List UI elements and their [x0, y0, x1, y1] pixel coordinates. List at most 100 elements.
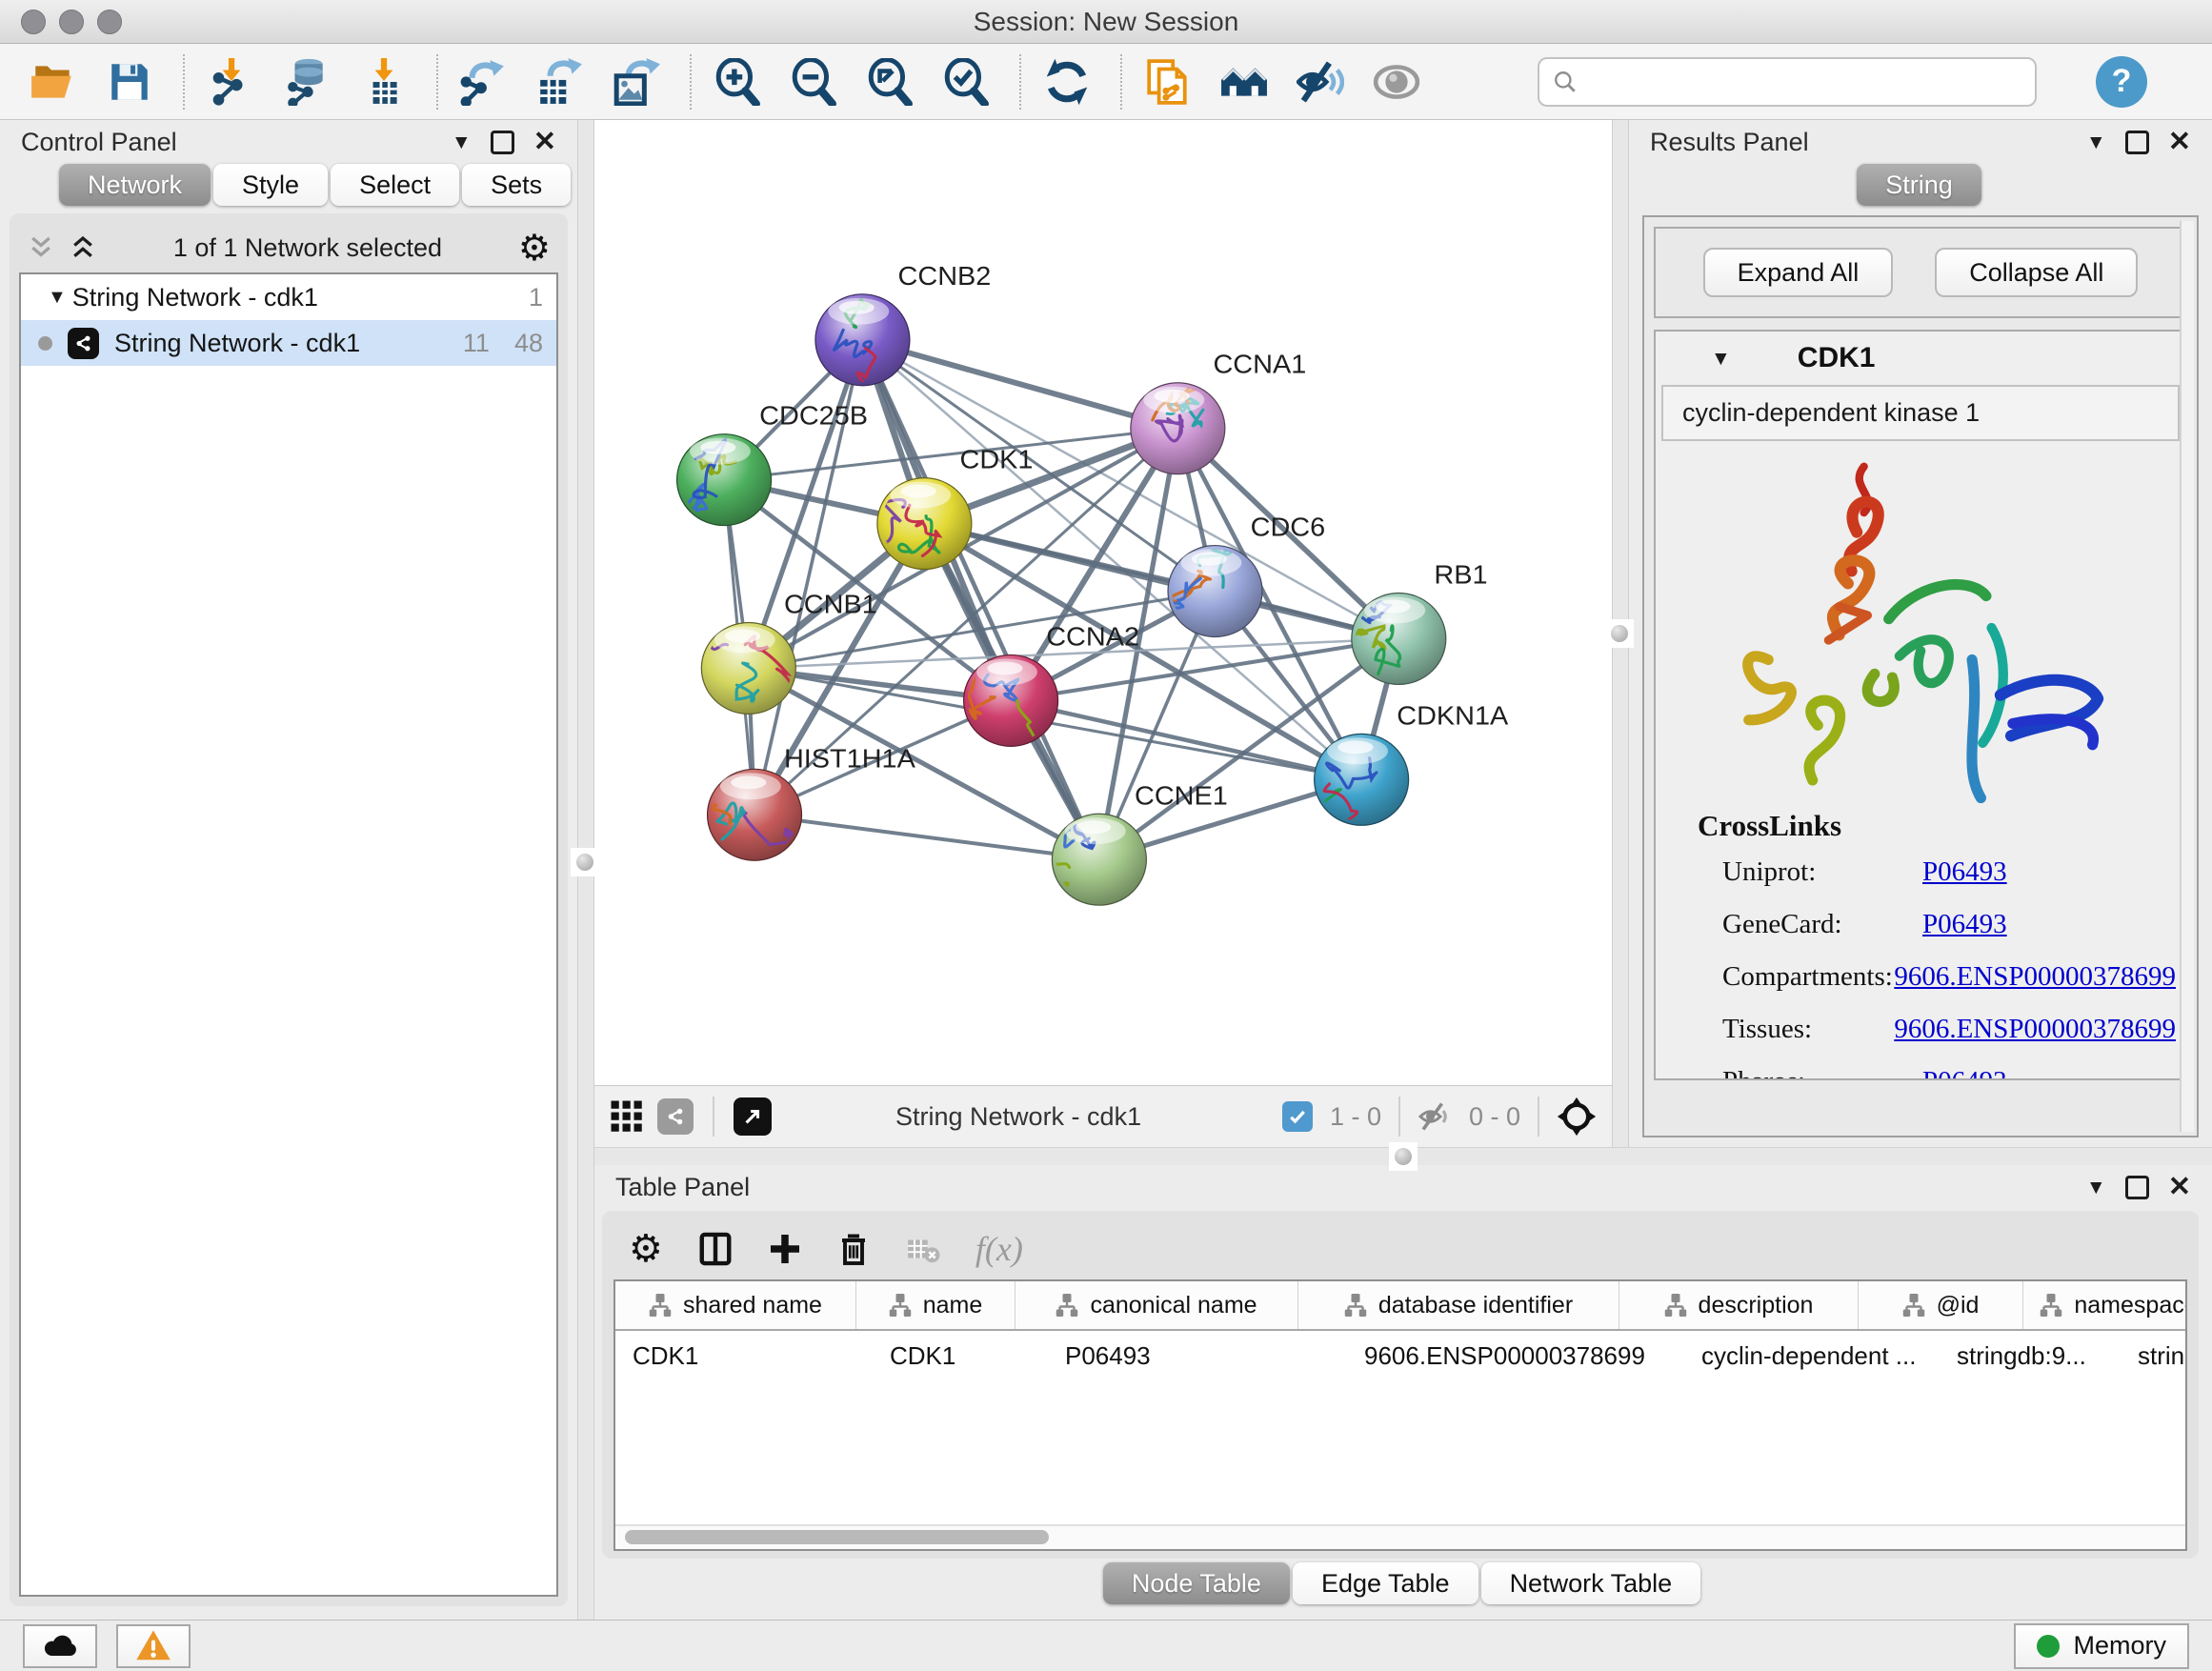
zoom-fit-icon[interactable]	[863, 55, 916, 109]
save-session-icon[interactable]	[103, 55, 156, 109]
table-cell[interactable]: CDK1	[615, 1331, 873, 1380]
export-image-icon[interactable]	[610, 55, 663, 109]
selected-nodes-checkbox[interactable]	[1282, 1101, 1313, 1132]
birdseye-share-icon[interactable]	[657, 1098, 694, 1135]
collapse-all-button[interactable]: Collapse All	[1935, 248, 2138, 297]
expand-all-icon[interactable]	[69, 233, 97, 262]
table-cell[interactable]: CDK1	[873, 1331, 1048, 1380]
tab-node-table[interactable]: Node Table	[1103, 1562, 1290, 1604]
table-cell[interactable]: cyclin-dependent ...	[1684, 1331, 1940, 1380]
clone-network-document-icon[interactable]	[1141, 55, 1195, 109]
column-header-description[interactable]: description	[1619, 1281, 1859, 1329]
network-tree-child-row[interactable]: String Network - cdk1 11 48	[21, 320, 556, 366]
open-session-icon[interactable]	[27, 55, 80, 109]
help-button[interactable]: ?	[2096, 56, 2147, 108]
string-home-houses-icon[interactable]	[1217, 55, 1271, 109]
grid-view-icon[interactable]	[610, 1099, 644, 1134]
control-panel-splitter[interactable]	[577, 120, 594, 1620]
close-panel-icon[interactable]: ✕	[2168, 1174, 2191, 1201]
results-scrollbar[interactable]	[2180, 221, 2194, 1132]
network-node-CCNA2[interactable]	[964, 654, 1062, 746]
crosslink-link[interactable]: P06493	[1922, 909, 2007, 940]
toolbar-separator	[690, 54, 692, 110]
column-header-database-identifier[interactable]: database identifier	[1298, 1281, 1619, 1329]
network-node-CDC25B[interactable]	[674, 434, 771, 526]
node-label-CCNB2: CCNB2	[898, 261, 992, 291]
expand-all-button[interactable]: Expand All	[1703, 248, 1894, 297]
tab-sets[interactable]: Sets	[462, 164, 571, 206]
gene-collapse-icon[interactable]: ▼	[1711, 349, 1731, 369]
network-options-gear-icon[interactable]: ⚙	[518, 230, 551, 266]
tree-expander-icon[interactable]: ▼	[48, 287, 67, 309]
column-header-canonical-name[interactable]: canonical name	[1016, 1281, 1298, 1329]
zoom-selected-icon[interactable]	[939, 55, 993, 109]
column-header-shared-name[interactable]: shared name	[615, 1281, 856, 1329]
crosslink-link[interactable]: P06493	[1922, 1066, 2007, 1080]
export-network-icon[interactable]	[457, 55, 511, 109]
fit-selected-crosshair-icon[interactable]	[1557, 1097, 1597, 1137]
collapse-all-icon[interactable]	[27, 233, 55, 262]
table-horizontal-scrollbar[interactable]	[615, 1524, 2185, 1549]
export-table-icon[interactable]	[533, 55, 587, 109]
memory-button[interactable]: Memory	[2014, 1623, 2189, 1669]
network-node-CCNB2[interactable]	[815, 294, 910, 405]
search-input[interactable]	[1587, 66, 2021, 97]
crosslink-link[interactable]: 9606.ENSP00000378699	[1894, 961, 2176, 993]
network-tree-root-row[interactable]: ▼ String Network - cdk1 1	[21, 274, 556, 320]
tab-network-table[interactable]: Network Table	[1481, 1562, 1701, 1604]
table-cell[interactable]: P06493	[1048, 1331, 1347, 1380]
crosslink-link[interactable]: P06493	[1922, 856, 2007, 888]
delete-column-icon[interactable]	[836, 1232, 871, 1266]
scrollbar-thumb[interactable]	[625, 1530, 1049, 1544]
import-table-file-icon[interactable]	[356, 55, 410, 109]
column-header-namespace[interactable]: namespace	[2023, 1281, 2187, 1329]
zoom-out-icon[interactable]	[787, 55, 840, 109]
close-panel-icon[interactable]: ✕	[533, 129, 556, 156]
tab-network[interactable]: Network	[59, 164, 211, 206]
splitter-handle[interactable]	[1605, 619, 1634, 648]
search-field[interactable]	[1538, 57, 2037, 107]
add-column-icon[interactable]	[768, 1232, 802, 1266]
network-edge-HIST1H1A-CCNE1[interactable]	[754, 815, 1099, 859]
detach-view-icon[interactable]	[734, 1097, 772, 1136]
table-row[interactable]: CDK1CDK1P064939606.ENSP00000378699cyclin…	[615, 1331, 2185, 1380]
table-options-gear-icon[interactable]: ⚙	[629, 1230, 663, 1268]
crosslink-link[interactable]: 9606.ENSP00000378699	[1894, 1014, 2176, 1045]
float-panel-icon[interactable]	[2125, 131, 2149, 154]
close-panel-icon[interactable]: ✕	[2168, 129, 2191, 156]
table-panel-splitter[interactable]	[594, 1147, 2212, 1165]
float-panel-icon[interactable]	[2125, 1176, 2149, 1199]
tab-edge-table[interactable]: Edge Table	[1293, 1562, 1478, 1604]
warnings-button[interactable]	[116, 1624, 191, 1668]
table-cell[interactable]: stringdb	[2121, 1331, 2187, 1380]
tab-style[interactable]: Style	[213, 164, 328, 206]
string-flat-eye-icon[interactable]	[1370, 55, 1423, 109]
column-header-name[interactable]: name	[856, 1281, 1016, 1329]
splitter-handle[interactable]	[1389, 1142, 1418, 1171]
column-header--id[interactable]: @id	[1859, 1281, 2023, 1329]
network-node-CCNA1[interactable]	[1131, 381, 1225, 474]
panel-menu-icon[interactable]: ▼	[2086, 132, 2106, 152]
panel-menu-icon[interactable]: ▼	[452, 132, 472, 152]
network-node-RB1[interactable]	[1352, 594, 1446, 685]
network-edge-CCNB2-CCNE1[interactable]	[862, 340, 1098, 859]
cloud-status-button[interactable]	[23, 1624, 97, 1668]
network-node-CDC6[interactable]	[1146, 546, 1262, 637]
tab-select[interactable]: Select	[331, 164, 459, 206]
network-edge-CCNB2-CCNA1[interactable]	[862, 340, 1177, 429]
network-canvas[interactable]: CCNB2CCNA1CDC25BCDK1CDC6RB1CCNB1CCNA2CDK…	[594, 120, 1612, 1085]
tab-string-results[interactable]: String	[1857, 164, 1981, 206]
network-node-CCNB1[interactable]	[655, 622, 796, 714]
zoom-in-icon[interactable]	[711, 55, 764, 109]
string-glass-eye-slash-icon[interactable]	[1294, 55, 1347, 109]
import-network-database-icon[interactable]	[280, 55, 333, 109]
results-panel-splitter[interactable]	[1612, 120, 1629, 1147]
network-node-CCNE1[interactable]	[1030, 814, 1147, 905]
table-cell[interactable]: 9606.ENSP00000378699	[1347, 1331, 1684, 1380]
refresh-view-icon[interactable]	[1040, 55, 1094, 109]
import-network-file-icon[interactable]	[204, 55, 257, 109]
float-panel-icon[interactable]	[491, 131, 514, 154]
show-columns-icon[interactable]	[697, 1231, 734, 1267]
table-cell[interactable]: stringdb:9...	[1940, 1331, 2121, 1380]
panel-menu-icon[interactable]: ▼	[2086, 1178, 2106, 1198]
